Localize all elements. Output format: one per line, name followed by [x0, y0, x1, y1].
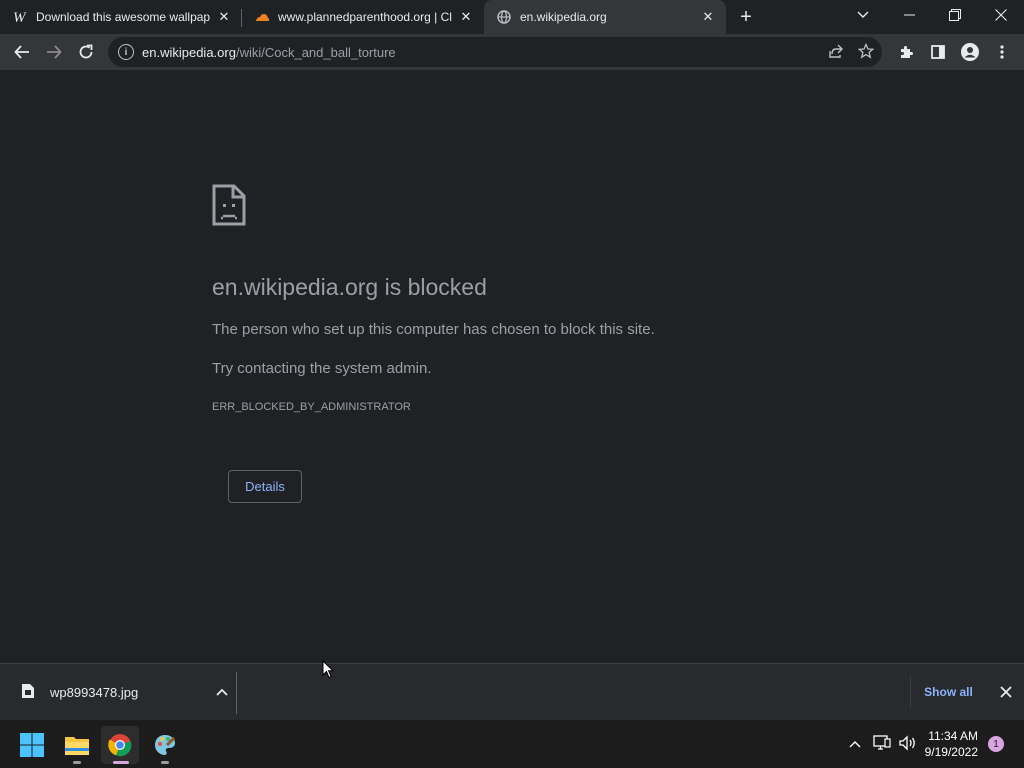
tab-strip: W Download this awesome wallpap ✕ www.pl…	[0, 0, 1024, 34]
puzzle-icon	[901, 46, 913, 58]
chevron-up-icon[interactable]	[208, 688, 236, 696]
error-code: ERR_BLOCKED_BY_ADMINISTRATOR	[212, 401, 411, 413]
close-icon[interactable]: ✕	[216, 9, 232, 25]
windows-taskbar: 11:34 AM 9/19/2022 1	[0, 720, 1024, 768]
site-info-icon[interactable]: i	[118, 44, 134, 60]
running-indicator	[73, 761, 81, 764]
side-panel-icon	[931, 45, 945, 59]
error-page: en.wikipedia.org is blocked The person w…	[0, 70, 1024, 663]
tab-plannedparenthood[interactable]: www.plannedparenthood.org | Cl ✕	[242, 0, 484, 34]
tab-title: Download this awesome wallpap	[36, 10, 211, 24]
mouse-cursor-icon	[322, 659, 335, 684]
globe-icon	[496, 9, 512, 25]
forward-button[interactable]	[38, 36, 70, 68]
clock[interactable]: 11:34 AM 9/19/2022	[925, 728, 978, 760]
svg-text:W: W	[13, 10, 27, 25]
back-arrow-icon	[14, 45, 29, 59]
close-icon[interactable]: ✕	[700, 9, 716, 25]
screen: W Download this awesome wallpap ✕ www.pl…	[0, 0, 1024, 768]
bookmark-star-icon[interactable]	[857, 42, 875, 62]
reload-button[interactable]	[70, 36, 102, 68]
reload-icon	[79, 44, 93, 59]
clock-time: 11:34 AM	[928, 729, 978, 743]
address-bar[interactable]: i en.wikipedia.org/wiki/Cock_and_ball_to…	[108, 37, 882, 67]
show-all-button[interactable]: Show all	[910, 676, 986, 708]
running-indicator	[161, 761, 169, 764]
wallpaper-w-icon: W	[12, 9, 28, 25]
details-button[interactable]: Details	[228, 470, 302, 503]
error-heading: en.wikipedia.org is blocked	[212, 274, 487, 300]
kebab-menu-icon	[1000, 45, 1004, 59]
forward-arrow-icon	[47, 45, 62, 59]
window-controls	[840, 0, 1024, 30]
toolbar-actions	[890, 36, 1018, 68]
close-icon[interactable]: ✕	[458, 9, 474, 25]
restore-button[interactable]	[932, 0, 978, 30]
new-tab-button[interactable]: +	[732, 3, 760, 31]
sad-page-icon	[212, 184, 246, 231]
error-suggestion: Try contacting the system admin.	[212, 360, 432, 377]
share-icon[interactable]	[828, 43, 844, 62]
tab-title: en.wikipedia.org	[520, 10, 607, 24]
paint-palette-icon	[155, 735, 176, 755]
side-panel-button[interactable]	[922, 36, 954, 68]
chrome-button[interactable]	[101, 726, 139, 764]
tab-wallpaper[interactable]: W Download this awesome wallpap ✕	[0, 0, 242, 34]
clock-date: 9/19/2022	[924, 745, 978, 759]
profile-avatar-icon	[961, 43, 979, 61]
volume-icon[interactable]	[898, 734, 917, 754]
folder-icon	[65, 737, 89, 755]
download-separator	[236, 672, 237, 714]
profile-button[interactable]	[954, 36, 986, 68]
file-explorer-button[interactable]	[58, 726, 96, 764]
cloudflare-icon	[254, 9, 270, 25]
system-tray: 11:34 AM 9/19/2022 1	[849, 720, 1024, 768]
close-window-button[interactable]	[978, 0, 1024, 30]
url-path: /wiki/Cock_and_ball_torture	[235, 44, 396, 60]
running-indicator	[113, 761, 129, 764]
close-shelf-icon[interactable]	[994, 680, 1018, 704]
file-icon	[22, 684, 36, 700]
extensions-button[interactable]	[890, 36, 922, 68]
notification-badge[interactable]: 1	[988, 736, 1004, 752]
url-host: en.wikipedia.org	[142, 44, 236, 60]
download-item[interactable]: wp8993478.jpg	[14, 664, 236, 720]
start-button[interactable]	[13, 726, 51, 764]
tab-search-chevron-icon[interactable]	[840, 0, 886, 30]
error-message: The person who set up this computer has …	[212, 321, 655, 338]
windows-logo-icon	[20, 733, 44, 757]
show-hidden-icons-chevron-icon[interactable]	[849, 737, 861, 751]
tab-wikipedia[interactable]: en.wikipedia.org ✕	[484, 0, 726, 34]
tab-title: www.plannedparenthood.org | Cl	[278, 10, 452, 24]
browser-toolbar: i en.wikipedia.org/wiki/Cock_and_ball_to…	[0, 34, 1024, 70]
back-button[interactable]	[6, 36, 38, 68]
download-shelf: wp8993478.jpg Show all	[0, 663, 1024, 720]
network-icon[interactable]	[872, 734, 891, 754]
download-filename: wp8993478.jpg	[50, 684, 139, 700]
minimize-button[interactable]	[886, 0, 932, 30]
paint-button[interactable]	[146, 726, 184, 764]
menu-button[interactable]	[986, 36, 1018, 68]
chrome-icon	[108, 734, 132, 757]
